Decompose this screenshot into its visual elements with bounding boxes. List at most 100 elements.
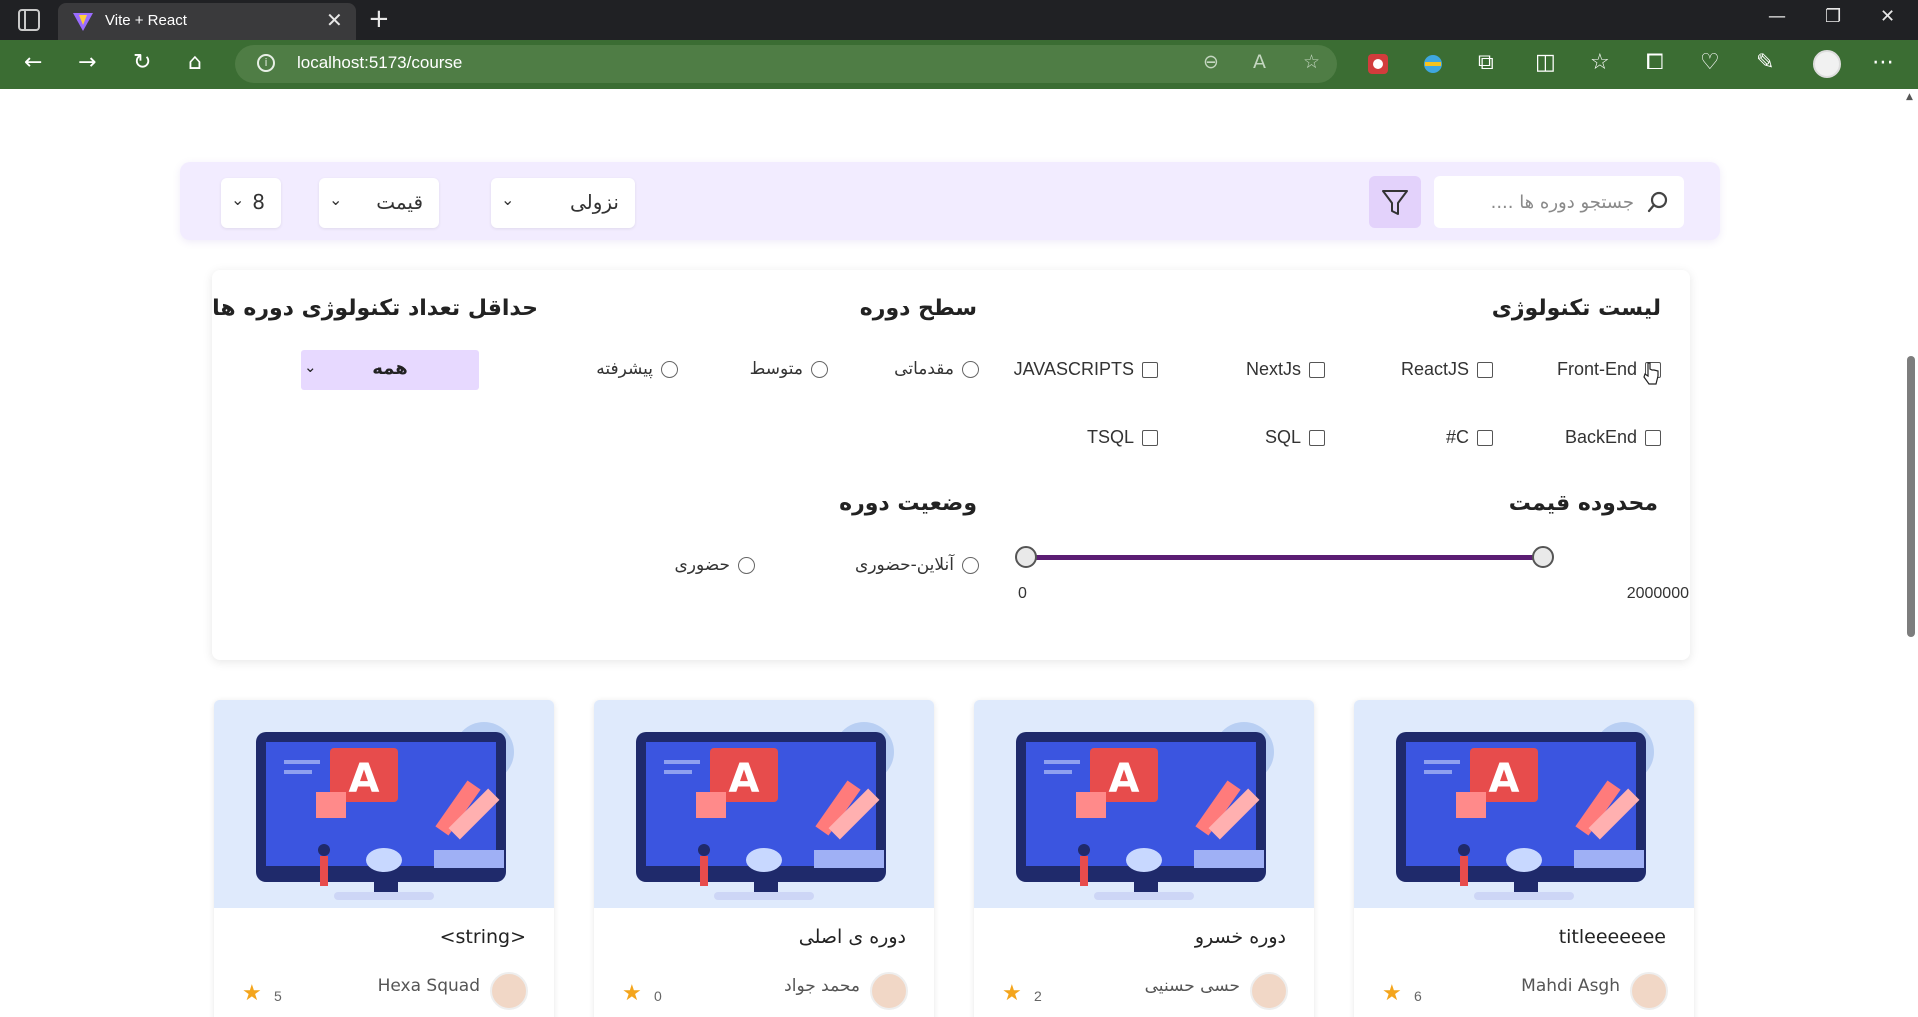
course-title[interactable]: <string> bbox=[440, 926, 526, 948]
forward-icon[interactable]: → bbox=[78, 50, 96, 75]
site-info-icon[interactable]: i bbox=[257, 54, 275, 72]
checkbox[interactable] bbox=[1309, 429, 1325, 446]
tech-option-reactjs[interactable]: ReactJS bbox=[1401, 359, 1493, 380]
avatar bbox=[1250, 972, 1288, 1010]
url-text[interactable]: localhost:5173/course bbox=[297, 53, 462, 73]
price-range-min-handle[interactable] bbox=[1015, 546, 1037, 568]
svg-text:A: A bbox=[1489, 756, 1520, 802]
level-option-advanced[interactable]: پیشرفته bbox=[596, 359, 678, 379]
tech-list-title: لیست تکنولوژی bbox=[1491, 296, 1661, 321]
minimize-icon[interactable]: — bbox=[1768, 6, 1786, 27]
favorites-icon[interactable]: ☆ bbox=[1590, 50, 1610, 75]
radio-button[interactable] bbox=[661, 360, 678, 378]
chevron-down-icon: ⌄ bbox=[501, 190, 515, 209]
extensions-icon[interactable]: ⧉ bbox=[1478, 50, 1494, 75]
copilot-icon[interactable]: ✎ bbox=[1756, 50, 1774, 75]
price-range-track[interactable] bbox=[1025, 555, 1545, 560]
profile-avatar[interactable] bbox=[1813, 50, 1841, 78]
course-author: محمد جواد bbox=[784, 976, 860, 996]
course-title[interactable]: دوره ی اصلی bbox=[799, 926, 906, 948]
min-tech-count-title: حداقل تعداد تکنولوژی دوره ها bbox=[212, 296, 538, 321]
tab-actions-icon[interactable] bbox=[18, 9, 40, 31]
course-image[interactable]: A bbox=[974, 700, 1314, 908]
checkbox[interactable] bbox=[1645, 429, 1661, 446]
tech-option-backend[interactable]: BackEnd bbox=[1565, 427, 1661, 448]
sort-direction-select[interactable]: ⌄ نزولی bbox=[491, 178, 635, 228]
scroll-up-icon[interactable]: ▲ bbox=[1906, 92, 1913, 102]
course-title[interactable]: titleeeeeee bbox=[1559, 926, 1666, 948]
performance-icon[interactable]: ♡ bbox=[1700, 50, 1720, 75]
course-rating: 5 bbox=[274, 988, 282, 1004]
radio-button[interactable] bbox=[811, 360, 828, 378]
course-card[interactable]: A <string> Hexa Squad ★ 5 bbox=[214, 700, 554, 1017]
zoom-icon[interactable]: ⊖ bbox=[1203, 51, 1219, 73]
checkbox[interactable] bbox=[1477, 361, 1493, 378]
back-icon[interactable]: ← bbox=[24, 50, 42, 75]
checkbox[interactable] bbox=[1309, 361, 1325, 378]
collections-icon[interactable]: ⧠ bbox=[1646, 50, 1664, 75]
read-aloud-icon[interactable]: A bbox=[1253, 51, 1266, 73]
course-card[interactable]: A titleeeeeee Mahdi Asgh ★ 6 bbox=[1354, 700, 1694, 1017]
sort-by-value: قیمت bbox=[376, 190, 423, 214]
page-size-select[interactable]: ⌄ 8 bbox=[221, 178, 281, 228]
course-rating: 0 bbox=[654, 988, 662, 1004]
home-icon[interactable]: ⌂ bbox=[188, 50, 202, 75]
checkbox[interactable] bbox=[1142, 361, 1158, 378]
mouse-cursor-icon bbox=[1643, 362, 1659, 385]
course-card[interactable]: A دوره خسرو حسی حسنیی ★ 2 bbox=[974, 700, 1314, 1017]
course-image[interactable]: A bbox=[594, 700, 934, 908]
svg-text:A: A bbox=[1109, 756, 1140, 802]
checkbox[interactable] bbox=[1477, 429, 1493, 446]
course-card[interactable]: A دوره ی اصلی محمد جواد ★ 0 bbox=[594, 700, 934, 1017]
chevron-down-icon: ⌄ bbox=[329, 190, 343, 209]
status-option-online-inperson[interactable]: آنلاین-حضوری bbox=[855, 555, 979, 575]
tech-option-sql[interactable]: SQL bbox=[1265, 427, 1325, 448]
url-field[interactable]: i localhost:5173/course ⊖ A ☆ bbox=[235, 45, 1337, 83]
tech-option-csharp[interactable]: #C bbox=[1446, 427, 1493, 448]
min-tech-count-value: همه bbox=[372, 358, 408, 379]
search-input[interactable] bbox=[1444, 176, 1634, 228]
status-option-inperson[interactable]: حضوری bbox=[674, 555, 755, 575]
search-box[interactable] bbox=[1434, 176, 1684, 228]
course-image[interactable]: A bbox=[1354, 700, 1694, 908]
course-author: Mahdi Asgh bbox=[1521, 976, 1620, 996]
radio-button[interactable] bbox=[962, 360, 979, 378]
scrollbar-thumb[interactable] bbox=[1907, 356, 1915, 637]
extension-globe-icon[interactable] bbox=[1421, 52, 1445, 76]
course-author: Hexa Squad bbox=[377, 976, 480, 996]
radio-button[interactable] bbox=[962, 556, 979, 574]
star-icon: ★ bbox=[622, 981, 642, 1006]
min-tech-count-select[interactable]: ⌄ همه bbox=[301, 350, 479, 390]
extension-red-icon[interactable] bbox=[1366, 52, 1390, 76]
radio-button[interactable] bbox=[738, 556, 755, 574]
reload-icon[interactable]: ↻ bbox=[133, 50, 151, 75]
more-menu-icon[interactable]: ⋯ bbox=[1872, 50, 1894, 75]
sort-by-select[interactable]: ⌄ قیمت bbox=[319, 178, 439, 228]
tech-option-tsql[interactable]: TSQL bbox=[1087, 427, 1158, 448]
browser-tab-bar: Vite + React ✕ + — ❐ ✕ bbox=[0, 0, 1918, 40]
checkbox[interactable] bbox=[1142, 429, 1158, 446]
new-tab-icon[interactable]: + bbox=[368, 4, 390, 34]
close-window-icon[interactable]: ✕ bbox=[1880, 6, 1895, 27]
split-screen-icon[interactable]: ◫ bbox=[1535, 50, 1556, 75]
avatar bbox=[490, 972, 528, 1010]
course-title[interactable]: دوره خسرو bbox=[1195, 926, 1286, 948]
tech-option-nextjs[interactable]: NextJs bbox=[1246, 359, 1325, 380]
favorite-star-icon[interactable]: ☆ bbox=[1303, 51, 1320, 73]
svg-text:A: A bbox=[349, 756, 380, 802]
tech-option-javascripts[interactable]: JAVASCRIPTS bbox=[1014, 359, 1158, 380]
star-icon: ★ bbox=[1002, 981, 1022, 1006]
level-title: سطح دوره bbox=[859, 296, 977, 321]
filter-button[interactable] bbox=[1369, 176, 1421, 228]
close-tab-icon[interactable]: ✕ bbox=[326, 8, 343, 32]
price-range-max-handle[interactable] bbox=[1532, 546, 1554, 568]
level-option-beginner[interactable]: مقدماتی bbox=[894, 359, 979, 379]
course-image[interactable]: A bbox=[214, 700, 554, 908]
vite-logo-icon bbox=[73, 13, 93, 31]
course-rating: 2 bbox=[1034, 988, 1042, 1004]
restore-icon[interactable]: ❐ bbox=[1825, 6, 1841, 27]
level-option-intermediate[interactable]: متوسط bbox=[750, 359, 828, 379]
course-author: حسی حسنیی bbox=[1144, 976, 1240, 996]
star-icon: ★ bbox=[242, 981, 262, 1006]
browser-tab[interactable]: Vite + React ✕ bbox=[58, 3, 356, 40]
